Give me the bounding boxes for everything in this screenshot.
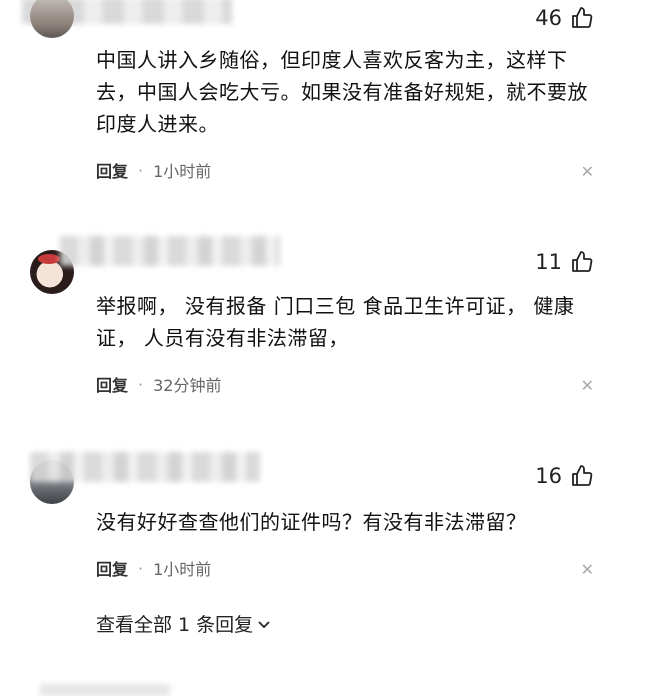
like-button[interactable]: 46 <box>535 6 594 30</box>
comment-text: 中国人讲入乡随俗，但印度人喜欢反客为主，这样下去，中国人会吃大亏。如果没有准备好… <box>96 48 588 136</box>
reply-button[interactable]: 回复 <box>96 158 128 182</box>
blurred-username <box>30 452 260 482</box>
timestamp: 1小时前 <box>153 560 212 579</box>
close-icon[interactable]: ✕ <box>581 162 594 181</box>
blurred-username <box>60 236 280 266</box>
thumb-up-icon <box>572 251 593 272</box>
view-all-label: 查看全部 1 条回复 <box>96 614 254 636</box>
like-button[interactable]: 16 <box>535 464 594 488</box>
timestamp: 32分钟前 <box>153 376 222 395</box>
view-all-replies-button[interactable]: 查看全部 1 条回复 <box>96 610 271 637</box>
comment-text: 没有好好查查他们的证件吗？有没有非法滞留？ <box>96 510 527 534</box>
separator-dot: · <box>138 160 144 180</box>
comment-text: 举报啊， 没有报备 门口三包 食品卫生许可证， 健康证， 人员有没有非法滞留， <box>96 294 575 350</box>
timestamp: 1小时前 <box>153 162 212 181</box>
like-button[interactable]: 11 <box>535 250 594 274</box>
reply-button[interactable]: 回复 <box>96 372 128 396</box>
like-count: 11 <box>535 250 562 274</box>
reply-button[interactable]: 回复 <box>96 556 128 580</box>
avatar[interactable] <box>30 0 74 38</box>
thumb-up-icon <box>572 465 593 486</box>
like-count: 16 <box>535 464 562 488</box>
like-count: 46 <box>535 6 562 30</box>
separator-dot: · <box>138 558 144 578</box>
thumb-up-icon <box>572 7 593 28</box>
chevron-down-icon <box>258 620 270 628</box>
close-icon[interactable]: ✕ <box>581 560 594 579</box>
close-icon[interactable]: ✕ <box>581 376 594 395</box>
blurred-username-bottom <box>40 684 170 696</box>
separator-dot: · <box>138 374 144 394</box>
